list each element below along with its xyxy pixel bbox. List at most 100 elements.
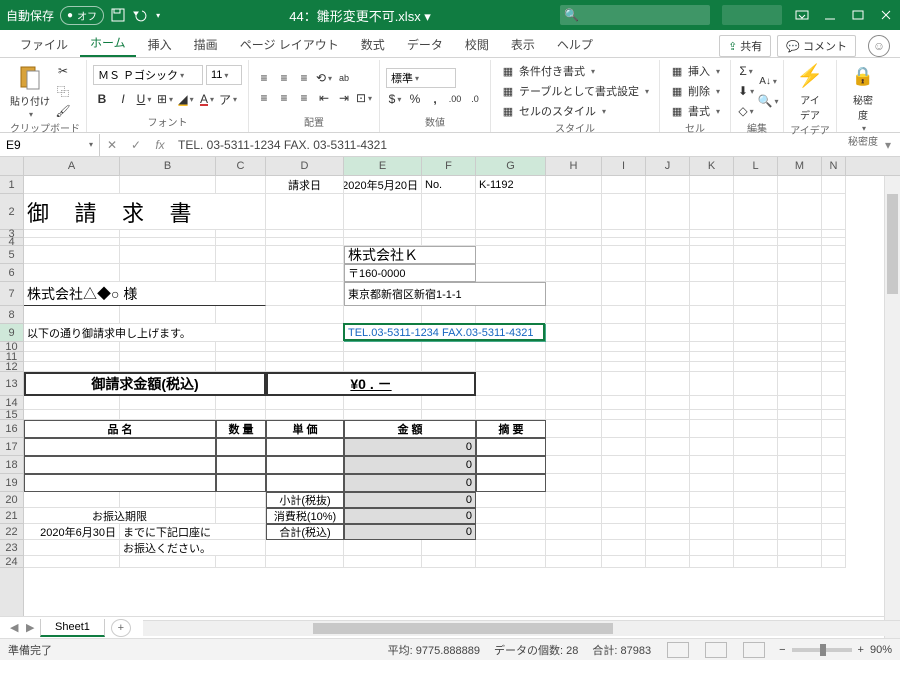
minimize-icon[interactable] xyxy=(822,7,838,23)
cell-A13[interactable]: 御請求金額(税込) xyxy=(24,372,266,396)
cell-D20[interactable]: 小計(税抜) xyxy=(266,492,344,508)
cancel-formula-icon[interactable]: ✕ xyxy=(100,134,124,156)
cell-E9[interactable]: TEL.03-5311-1234 FAX.03-5311-4321 xyxy=(344,324,546,342)
row-header-14[interactable]: 14 xyxy=(0,396,23,410)
comma-icon[interactable]: , xyxy=(426,90,444,108)
cell-B23[interactable]: お振込ください。 xyxy=(120,540,266,556)
col-header-K[interactable]: K xyxy=(690,157,734,175)
dec-decimal-icon[interactable]: .0 xyxy=(466,90,484,108)
col-header-E[interactable]: E xyxy=(344,157,422,175)
currency-icon[interactable]: $▾ xyxy=(386,90,404,108)
cell-D21[interactable]: 消費税(10%) xyxy=(266,508,344,524)
sheet-nav-next-icon[interactable]: ▶ xyxy=(26,621,34,634)
cell-A22[interactable]: 2020年6月30日 xyxy=(24,524,120,540)
format-painter-icon[interactable]: 🖌 xyxy=(54,102,72,120)
row-header-21[interactable]: 21 xyxy=(0,508,23,524)
cell-E7[interactable]: 東京都新宿区新宿1-1-1 xyxy=(344,282,546,306)
cell-G1[interactable]: K-1192 xyxy=(476,176,546,194)
tab-pagelayout[interactable]: ページ レイアウト xyxy=(230,31,349,57)
wrap-text-button[interactable]: ab xyxy=(335,69,353,87)
cell-C16[interactable]: 数 量 xyxy=(216,420,266,438)
cell-E18[interactable]: 0 xyxy=(344,456,476,474)
cell-styles-button[interactable]: ▦セルのスタイル▾ xyxy=(497,102,653,120)
indent-inc-icon[interactable]: ⇥ xyxy=(335,89,353,107)
row-header-9[interactable]: 9 xyxy=(0,324,23,342)
format-cells-button[interactable]: ▦書式▾ xyxy=(666,102,724,120)
cell-E22[interactable]: 0 xyxy=(344,524,476,540)
cell-B22[interactable]: までに下記口座に xyxy=(120,524,266,540)
cell-D22[interactable]: 合計(税込) xyxy=(266,524,344,540)
cell-A21[interactable]: お振込期限 xyxy=(24,508,216,524)
conditional-formatting-button[interactable]: ▦条件付き書式▾ xyxy=(497,62,653,80)
expand-formula-icon[interactable]: ▾ xyxy=(876,134,900,156)
delete-cells-button[interactable]: ▦削除▾ xyxy=(666,82,724,100)
align-center-icon[interactable]: ≡ xyxy=(275,89,293,107)
cell-G16[interactable]: 摘 要 xyxy=(476,420,546,438)
col-header-L[interactable]: L xyxy=(734,157,778,175)
col-header-G[interactable]: G xyxy=(476,157,546,175)
enter-formula-icon[interactable]: ✓ xyxy=(124,134,148,156)
row-header-1[interactable]: 1 xyxy=(0,176,23,194)
zoom-in-icon[interactable]: + xyxy=(858,644,864,656)
row-header-4[interactable]: 4 xyxy=(0,238,23,246)
save-icon[interactable] xyxy=(110,7,126,23)
sort-filter-icon[interactable]: A↓▾ xyxy=(759,72,777,90)
view-pagebreak-icon[interactable] xyxy=(743,642,765,658)
view-normal-icon[interactable] xyxy=(667,642,689,658)
tab-view[interactable]: 表示 xyxy=(501,31,545,57)
col-header-N[interactable]: N xyxy=(822,157,846,175)
underline-button[interactable]: U▾ xyxy=(135,90,153,108)
row-header-7[interactable]: 7 xyxy=(0,282,23,306)
cell-C19[interactable] xyxy=(216,474,266,492)
cell-E17[interactable]: 0 xyxy=(344,438,476,456)
cell-A18[interactable] xyxy=(24,456,216,474)
cell-E1[interactable]: 2020年5月20日 xyxy=(344,176,422,194)
col-header-H[interactable]: H xyxy=(546,157,602,175)
row-header-13[interactable]: 13 xyxy=(0,372,23,396)
col-header-J[interactable]: J xyxy=(646,157,690,175)
col-header-A[interactable]: A xyxy=(24,157,120,175)
row-header-5[interactable]: 5 xyxy=(0,246,23,264)
font-size-select[interactable]: 11▾ xyxy=(206,65,242,85)
cell-G18[interactable] xyxy=(476,456,546,474)
col-header-D[interactable]: D xyxy=(266,157,344,175)
maximize-icon[interactable] xyxy=(850,7,866,23)
cell-A17[interactable] xyxy=(24,438,216,456)
formula-input[interactable]: TEL. 03-5311-1234 FAX. 03-5311-4321 xyxy=(172,138,876,152)
zoom-level[interactable]: 90% xyxy=(870,644,892,656)
cell-A9[interactable]: 以下の通り御請求申し上げます。 xyxy=(24,324,266,342)
find-select-icon[interactable]: 🔍▾ xyxy=(759,92,777,110)
sheet-tab[interactable]: Sheet1 xyxy=(40,619,105,637)
align-top-icon[interactable]: ≡ xyxy=(255,69,273,87)
signin-pill[interactable] xyxy=(722,5,782,25)
share-button[interactable]: ⇪共有 xyxy=(719,35,771,57)
cell-E21[interactable]: 0 xyxy=(344,508,476,524)
add-sheet-button[interactable]: + xyxy=(111,619,131,637)
vertical-scrollbar[interactable] xyxy=(884,176,900,616)
indent-dec-icon[interactable]: ⇤ xyxy=(315,89,333,107)
cell-A19[interactable] xyxy=(24,474,216,492)
sheet-nav-prev-icon[interactable]: ◀ xyxy=(10,621,18,634)
cell-D17[interactable] xyxy=(266,438,344,456)
tab-help[interactable]: ヘルプ xyxy=(547,31,603,57)
format-as-table-button[interactable]: ▦テーブルとして書式設定▾ xyxy=(497,82,653,100)
percent-icon[interactable]: % xyxy=(406,90,424,108)
cell-D16[interactable]: 単 価 xyxy=(266,420,344,438)
ribbon-options-icon[interactable] xyxy=(794,7,810,23)
fill-color-button[interactable]: ◢▾ xyxy=(177,90,195,108)
row-header-15[interactable]: 15 xyxy=(0,410,23,420)
cell-E5[interactable]: 株式会社Ｋ xyxy=(344,246,476,264)
col-header-C[interactable]: C xyxy=(216,157,266,175)
row-header-19[interactable]: 19 xyxy=(0,474,23,492)
row-header-20[interactable]: 20 xyxy=(0,492,23,508)
phonetic-button[interactable]: ア▾ xyxy=(219,90,237,108)
cell-E6[interactable]: 〒160-0000 xyxy=(344,264,476,282)
row-header-23[interactable]: 23 xyxy=(0,540,23,556)
smiley-icon[interactable]: ☺ xyxy=(868,35,890,57)
cell-D13[interactable]: ¥0 . － xyxy=(266,372,476,396)
undo-icon[interactable] xyxy=(132,7,148,23)
align-bot-icon[interactable]: ≡ xyxy=(295,69,313,87)
cell-E20[interactable]: 0 xyxy=(344,492,476,508)
name-box[interactable]: E9▾ xyxy=(0,134,100,156)
search-box[interactable]: 🔍 xyxy=(560,5,710,25)
